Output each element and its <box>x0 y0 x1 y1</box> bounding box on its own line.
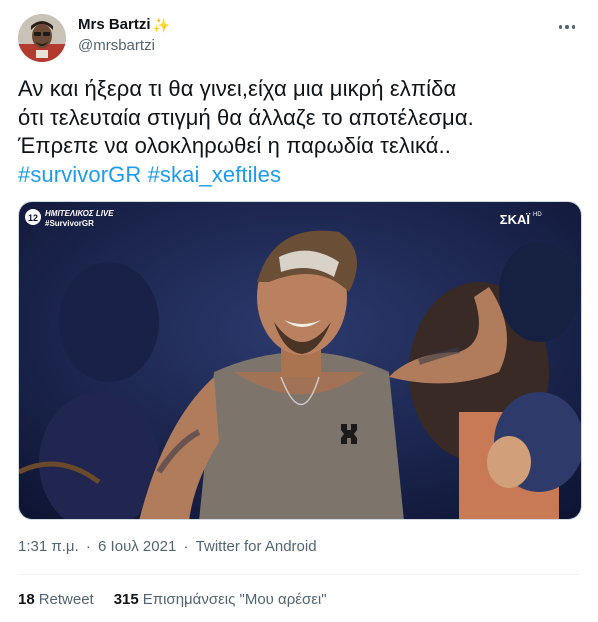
channel-logo: ΣΚΑΪ <box>500 212 531 227</box>
author-handle[interactable]: @mrsbartzi <box>78 37 155 54</box>
author-display-name[interactable]: Mrs Bartzi <box>78 16 151 33</box>
tweet-source[interactable]: Twitter for Android <box>196 538 317 555</box>
channel-rating-badge: 12 <box>28 213 38 223</box>
likes-stat[interactable]: 315 Επισημάνσεις "Μου αρέσει" <box>114 591 327 608</box>
tweet-timestamp: 1:31 π.μ. · 6 Ιουλ 2021 · Twitter for An… <box>18 538 317 555</box>
avatar-image <box>18 14 66 62</box>
tweet-date[interactable]: 6 Ιουλ 2021 <box>98 538 176 555</box>
more-options-icon[interactable] <box>554 14 580 40</box>
hashtag-link[interactable]: #skai_xeftiles <box>148 162 281 187</box>
hashtag-line: #survivorGR #skai_xeftiles <box>18 161 588 190</box>
author-name-row[interactable]: Mrs Bartzi ✨ <box>78 16 170 33</box>
tweet: Mrs Bartzi ✨ @mrsbartzi Αν και ήξερα τι … <box>0 0 598 622</box>
likes-label: Επισημάνσεις "Μου αρέσει" <box>142 591 327 608</box>
tweet-text: Αν και ήξερα τι θα γινει,είχα μια μικρή … <box>18 75 588 189</box>
hashtag-link[interactable]: #survivorGR <box>18 162 141 187</box>
overlay-hashtag: #SurvivorGR <box>45 219 94 228</box>
retweets-label: Retweet <box>38 591 94 608</box>
tweet-text-line: Έπρεπε να ολοκληρωθεί η παρωδία τελικά.. <box>18 133 452 159</box>
channel-logo-suffix: HD <box>533 212 542 218</box>
tweet-text-line: Αν και ήξερα τι θα γινει,είχα μια μικρή … <box>18 76 457 101</box>
retweets-stat[interactable]: 18 Retweet <box>18 591 94 608</box>
retweets-count: 18 <box>18 591 35 608</box>
avatar[interactable] <box>18 14 66 62</box>
tweet-time[interactable]: 1:31 π.μ. <box>18 538 79 555</box>
engagement-stats: 18 Retweet 315 Επισημάνσεις "Μου αρέσει" <box>18 591 327 608</box>
meta-separator: · <box>85 538 91 555</box>
sparkles-icon: ✨ <box>152 16 170 33</box>
divider <box>18 574 580 575</box>
likes-count: 315 <box>113 591 139 608</box>
tweet-text-line: ότι τελευταία στιγμή θα άλλαζε το αποτέλ… <box>18 104 474 130</box>
tweet-media-image[interactable]: 12 ΗΜΙΤΕΛΙΚΟΣ LIVE #SurvivorGR ΣΚΑΪ HD <box>18 201 582 520</box>
meta-separator: · <box>183 538 189 555</box>
overlay-live-label: ΗΜΙΤΕΛΙΚΟΣ LIVE <box>45 209 114 218</box>
